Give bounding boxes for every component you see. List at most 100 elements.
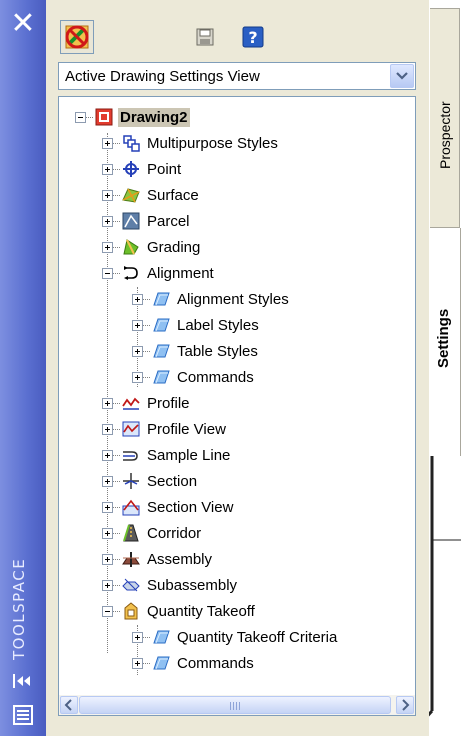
expand-toggle[interactable] [132, 657, 143, 669]
tab-edge-line [429, 456, 461, 717]
tree-connector [113, 584, 120, 586]
tree-item-corridor[interactable]: Corridor [102, 521, 203, 545]
tab-settings-label: Settings [435, 308, 452, 368]
expand-toggle[interactable] [132, 319, 143, 331]
tree-item-alignment[interactable]: Alignment [102, 261, 216, 285]
tree-item-label: Multipurpose Styles [147, 134, 278, 152]
drawing-icon [95, 108, 113, 126]
tree-item-quantity-takeoff-criteria[interactable]: Quantity Takeoff Criteria [132, 625, 339, 649]
tree-item-label: Profile [147, 394, 190, 412]
tree-item-commands[interactable]: Commands [132, 651, 256, 675]
scrollbar-thumb[interactable] [79, 696, 391, 714]
tree-connector [113, 168, 120, 170]
tree-item-table-styles[interactable]: Table Styles [132, 339, 260, 363]
corridor-icon [123, 524, 139, 542]
tree-connector [113, 272, 120, 274]
expand-toggle[interactable] [102, 137, 113, 149]
tree-item-subassembly[interactable]: Subassembly [102, 573, 239, 597]
folder-icon [153, 370, 170, 384]
expand-toggle[interactable] [102, 397, 113, 409]
tree-item-label-styles[interactable]: Label Styles [132, 313, 261, 337]
tree-item-profile-view[interactable]: Profile View [102, 417, 228, 441]
tree-item-section-view[interactable]: Section View [102, 495, 235, 519]
tree-item-surface[interactable]: Surface [102, 183, 201, 207]
expand-toggle[interactable] [102, 501, 113, 513]
tree-connector [143, 662, 150, 664]
alignment-icon [124, 266, 138, 280]
chevron-down-icon[interactable] [390, 64, 414, 88]
multipurpose-styles-icon [123, 135, 140, 152]
tree-item-grading[interactable]: Grading [102, 235, 202, 259]
surface-icon [122, 188, 140, 203]
quantity-takeoff-icon [124, 602, 138, 620]
tree-item-quantity-takeoff[interactable]: Quantity Takeoff [102, 599, 257, 623]
toolbar: ? [60, 20, 420, 56]
scroll-left-icon[interactable] [60, 696, 78, 714]
tree-item-multipurpose-styles[interactable]: Multipurpose Styles [102, 131, 280, 155]
expand-toggle[interactable] [102, 579, 113, 591]
scroll-right-icon[interactable] [396, 696, 414, 714]
tree-item-assembly[interactable]: Assembly [102, 547, 214, 571]
tree-connector [143, 636, 150, 638]
expand-toggle[interactable] [102, 189, 113, 201]
tree-connector [113, 246, 120, 248]
tree-item-section[interactable]: Section [102, 469, 199, 493]
section-view-icon [122, 499, 140, 516]
properties-icon[interactable] [12, 704, 34, 726]
tree-connector [143, 350, 150, 352]
expand-toggle[interactable] [102, 215, 113, 227]
tree-item-parcel[interactable]: Parcel [102, 209, 192, 233]
tree-connector [86, 116, 93, 118]
tree-item-sample-line[interactable]: Sample Line [102, 443, 232, 467]
collapse-toggle[interactable] [75, 111, 86, 123]
collapse-toggle[interactable] [102, 605, 113, 617]
collapse-toggle[interactable] [102, 267, 113, 279]
folder-icon [153, 656, 170, 670]
view-selector-value: Active Drawing Settings View [65, 68, 260, 85]
help-icon[interactable]: ? [236, 20, 270, 54]
tree-item-label: Section [147, 472, 198, 490]
catalog-icon[interactable] [60, 20, 94, 54]
tree-item-alignment-styles[interactable]: Alignment Styles [132, 287, 291, 311]
autohide-icon[interactable] [10, 672, 36, 690]
view-selector-dropdown[interactable]: Active Drawing Settings View [58, 62, 416, 90]
folder-icon [153, 344, 170, 358]
expand-toggle[interactable] [132, 631, 143, 643]
expand-toggle[interactable] [102, 423, 113, 435]
horizontal-scrollbar[interactable] [59, 695, 415, 715]
tree-connector [113, 220, 120, 222]
tree-item-label: Table Styles [177, 342, 258, 360]
tree-item-label: Label Styles [177, 316, 259, 334]
tree-connector [113, 194, 120, 196]
tree-item-point[interactable]: Point [102, 157, 183, 181]
tree-item-label: Sample Line [147, 446, 231, 464]
tree-connector [143, 376, 150, 378]
expand-toggle[interactable] [132, 293, 143, 305]
tree-item-label: Section View [147, 498, 234, 516]
tree-item-profile[interactable]: Profile [102, 391, 192, 415]
tree-connector [113, 558, 120, 560]
tree-item-label: Quantity Takeoff [147, 602, 255, 620]
expand-toggle[interactable] [132, 345, 143, 357]
tree-item-label: Alignment Styles [177, 290, 289, 308]
tree-item-label: Point [147, 160, 182, 178]
tree-connector [113, 480, 120, 482]
tree-item-label: Commands [177, 368, 254, 386]
expand-toggle[interactable] [102, 527, 113, 539]
grading-icon [123, 239, 139, 255]
save-icon[interactable] [188, 20, 222, 54]
tree-item-commands[interactable]: Commands [132, 365, 256, 389]
expand-toggle[interactable] [102, 449, 113, 461]
expand-toggle[interactable] [102, 553, 113, 565]
expand-toggle[interactable] [102, 241, 113, 253]
close-icon[interactable]: ✕ [9, 9, 37, 39]
expand-toggle[interactable] [102, 163, 113, 175]
expand-toggle[interactable] [102, 475, 113, 487]
tree-root[interactable]: Drawing2 [75, 105, 190, 129]
expand-toggle[interactable] [132, 371, 143, 383]
tab-settings[interactable]: Settings [429, 228, 461, 456]
tree-connector [113, 142, 120, 144]
toolspace-title: TOOLSPACE [10, 557, 28, 660]
tab-prospector[interactable]: Prospector [430, 8, 460, 228]
profile-icon [122, 397, 140, 410]
